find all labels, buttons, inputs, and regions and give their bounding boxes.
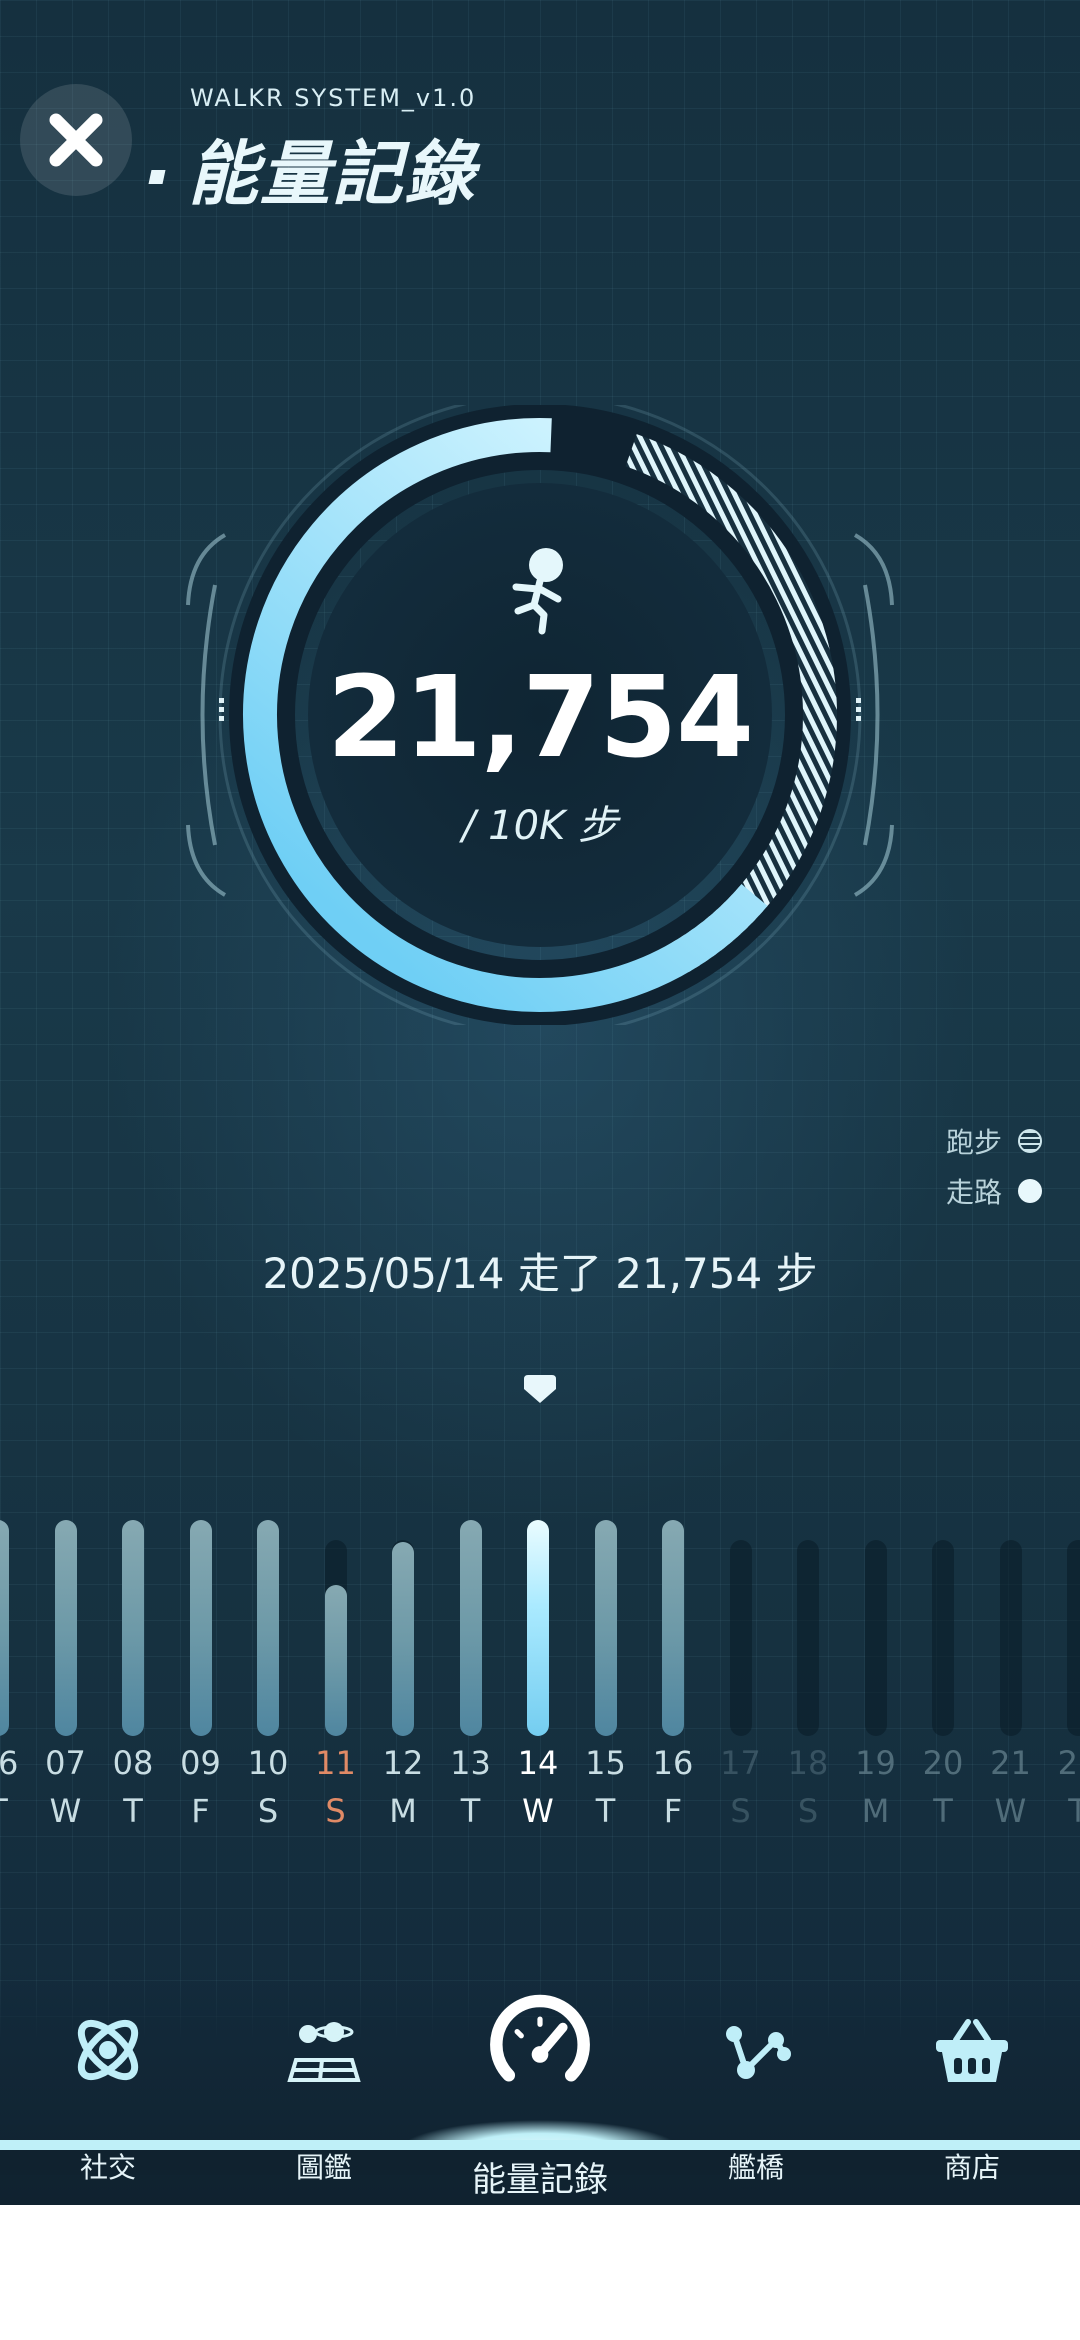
day-weekday-label: W xyxy=(522,1792,554,1830)
day-bar[interactable] xyxy=(527,1520,549,1736)
day-bar-track xyxy=(1067,1540,1080,1736)
background-grid xyxy=(0,0,1080,2205)
day-number-label: 06 xyxy=(0,1744,19,1782)
legend-run-label: 跑步 xyxy=(945,1126,1002,1159)
planet-grid-icon xyxy=(287,2022,361,2082)
runner-icon xyxy=(512,548,563,635)
day-number-label: 12 xyxy=(382,1744,424,1782)
walk-swatch-icon xyxy=(1018,1179,1042,1203)
day-number-label: 16 xyxy=(652,1744,694,1782)
date-summary: 2025/05/14 走了 21,754 步 xyxy=(262,1249,818,1298)
nav-bridge[interactable]: 艦橋 xyxy=(666,1970,846,2205)
day-number-label: 20 xyxy=(922,1744,964,1782)
bottom-nav: 社交 圖鑑 能量記錄 艦橋 商店 xyxy=(0,1970,1080,2205)
day-bar[interactable] xyxy=(189,1520,212,1736)
day-weekday-label: T xyxy=(0,1792,28,1830)
day-bar[interactable] xyxy=(0,1520,9,1736)
step-progress-ring: 21,754 / 10K 步 xyxy=(170,405,910,1025)
day-weekday-label: F xyxy=(663,1792,683,1830)
day-number-label: 22 xyxy=(1057,1744,1080,1782)
nav-energy[interactable]: 能量記錄 xyxy=(450,1970,630,2205)
nav-social-label: 社交 xyxy=(79,2151,136,2184)
day-number-label: 08 xyxy=(112,1744,154,1782)
nav-energy-label: 能量記錄 xyxy=(472,2160,608,2200)
day-bar[interactable] xyxy=(594,1520,617,1736)
speedometer-icon xyxy=(490,1994,590,2082)
page-title: 能量記錄 xyxy=(188,133,476,215)
day-number-label: 10 xyxy=(247,1744,289,1782)
day-weekday-label: T xyxy=(123,1792,143,1830)
day-weekday-label: W xyxy=(49,1792,82,1830)
day-bar[interactable] xyxy=(324,1585,347,1736)
network-nodes-icon xyxy=(726,2026,791,2079)
day-weekday-label: M xyxy=(861,1792,890,1830)
day-weekday-label: F xyxy=(191,1792,210,1830)
nav-shop[interactable]: 商店 xyxy=(882,1970,1062,2205)
day-bar[interactable] xyxy=(122,1520,144,1736)
day-bar-track xyxy=(932,1540,954,1736)
day-weekday-label: S xyxy=(325,1792,346,1830)
nav-bridge-label: 艦橋 xyxy=(727,2151,784,2184)
day-number-label: 07 xyxy=(45,1744,86,1782)
nav-catalog[interactable]: 圖鑑 xyxy=(234,1970,414,2205)
step-goal: / 10K 步 xyxy=(461,803,619,849)
day-number-label: 17 xyxy=(720,1744,761,1782)
daily-bars[interactable] xyxy=(0,1510,1080,1840)
day-bar-track xyxy=(729,1540,752,1736)
run-swatch-icon xyxy=(1018,1129,1042,1153)
step-count: 21,754 xyxy=(326,653,754,783)
day-number-label: 15 xyxy=(585,1744,626,1782)
day-bar[interactable] xyxy=(257,1520,279,1736)
day-weekday-label: T xyxy=(595,1792,616,1830)
day-weekday-label: S xyxy=(257,1792,279,1830)
atom-icon xyxy=(77,2019,139,2081)
day-number-label: 18 xyxy=(787,1744,829,1782)
legend-walk-label: 走路 xyxy=(945,1176,1002,1209)
system-label: WALKR SYSTEM_v1.0 xyxy=(190,84,477,112)
day-weekday-label: T xyxy=(460,1792,481,1830)
legend-walk: 走路 xyxy=(946,1166,1042,1216)
day-bar[interactable] xyxy=(662,1520,684,1736)
day-number-label: 19 xyxy=(855,1744,896,1782)
day-bar[interactable] xyxy=(392,1542,414,1736)
selected-day-pointer-icon xyxy=(524,1375,556,1403)
legend-run: 跑步 xyxy=(946,1116,1042,1166)
day-bar[interactable] xyxy=(54,1520,77,1736)
title-bullet xyxy=(148,170,166,184)
day-number-label: 21 xyxy=(990,1744,1031,1782)
day-bar[interactable] xyxy=(459,1520,482,1736)
nav-shop-label: 商店 xyxy=(943,2151,1000,2184)
close-icon xyxy=(49,113,103,167)
day-number-label: 14 xyxy=(517,1744,559,1782)
day-weekday-label: S xyxy=(730,1792,751,1830)
nav-catalog-label: 圖鑑 xyxy=(295,2151,352,2184)
day-number-label: 13 xyxy=(450,1744,491,1782)
day-weekday-label: M xyxy=(389,1792,417,1830)
energy-record-screen: WALKR SYSTEM_v1.0 能量記錄 21,754 / 10K 步 跑步… xyxy=(0,0,1080,2205)
day-bar-track xyxy=(797,1540,819,1736)
legend: 跑步 走路 xyxy=(946,1116,1042,1216)
day-weekday-label: W xyxy=(994,1792,1027,1830)
nav-social[interactable]: 社交 xyxy=(18,1970,198,2205)
day-number-label: 11 xyxy=(315,1744,356,1782)
day-weekday-label: S xyxy=(797,1792,819,1830)
day-weekday-label: T xyxy=(1068,1792,1080,1830)
day-bar-track xyxy=(999,1540,1022,1736)
close-button[interactable] xyxy=(20,84,132,196)
day-number-label: 09 xyxy=(180,1744,221,1782)
day-bar-track xyxy=(864,1540,887,1736)
basket-icon xyxy=(936,2019,1008,2082)
day-weekday-label: T xyxy=(933,1792,953,1830)
